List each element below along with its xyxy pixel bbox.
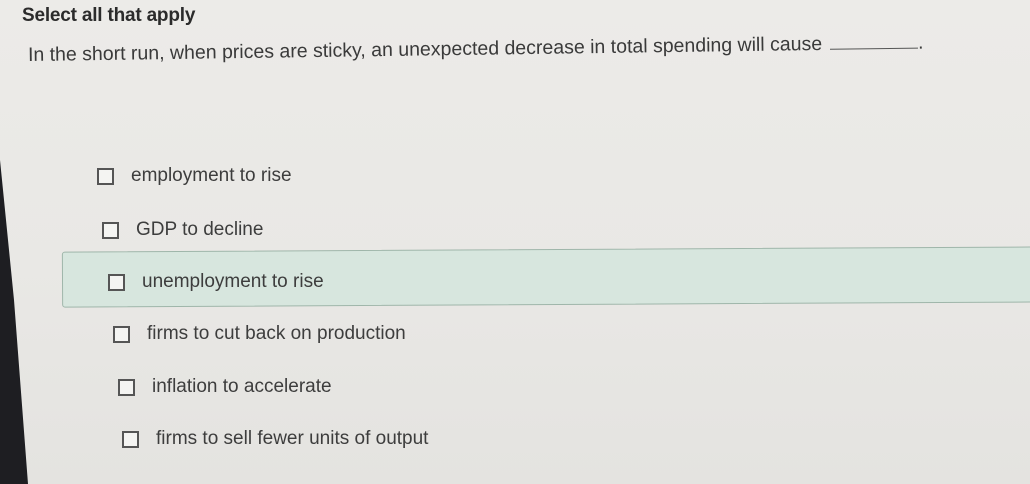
checkbox[interactable]: [102, 221, 119, 239]
option-label: firms to sell fewer units of output: [156, 428, 429, 449]
checkbox[interactable]: [97, 167, 114, 185]
checkbox[interactable]: [113, 325, 130, 343]
option-gdp-to-decline[interactable]: GDP to decline: [102, 219, 263, 241]
checkbox[interactable]: [108, 273, 125, 291]
option-label: firms to cut back on production: [147, 323, 406, 344]
option-unemployment-to-rise[interactable]: unemployment to rise: [108, 271, 324, 293]
options-list: employment to rise GDP to decline unempl…: [0, 0, 1030, 484]
option-label: GDP to decline: [136, 219, 264, 240]
option-firms-cut-production[interactable]: firms to cut back on production: [113, 323, 406, 345]
option-label: inflation to accelerate: [152, 376, 332, 397]
option-firms-sell-fewer[interactable]: firms to sell fewer units of output: [122, 428, 428, 450]
quiz-screen: Select all that apply In the short run, …: [0, 0, 1030, 484]
option-employment-to-rise[interactable]: employment to rise: [97, 165, 292, 187]
option-label: unemployment to rise: [142, 271, 324, 292]
option-inflation-accelerate[interactable]: inflation to accelerate: [118, 376, 332, 398]
option-label: employment to rise: [131, 165, 292, 186]
checkbox[interactable]: [122, 430, 139, 448]
checkbox[interactable]: [118, 378, 135, 396]
